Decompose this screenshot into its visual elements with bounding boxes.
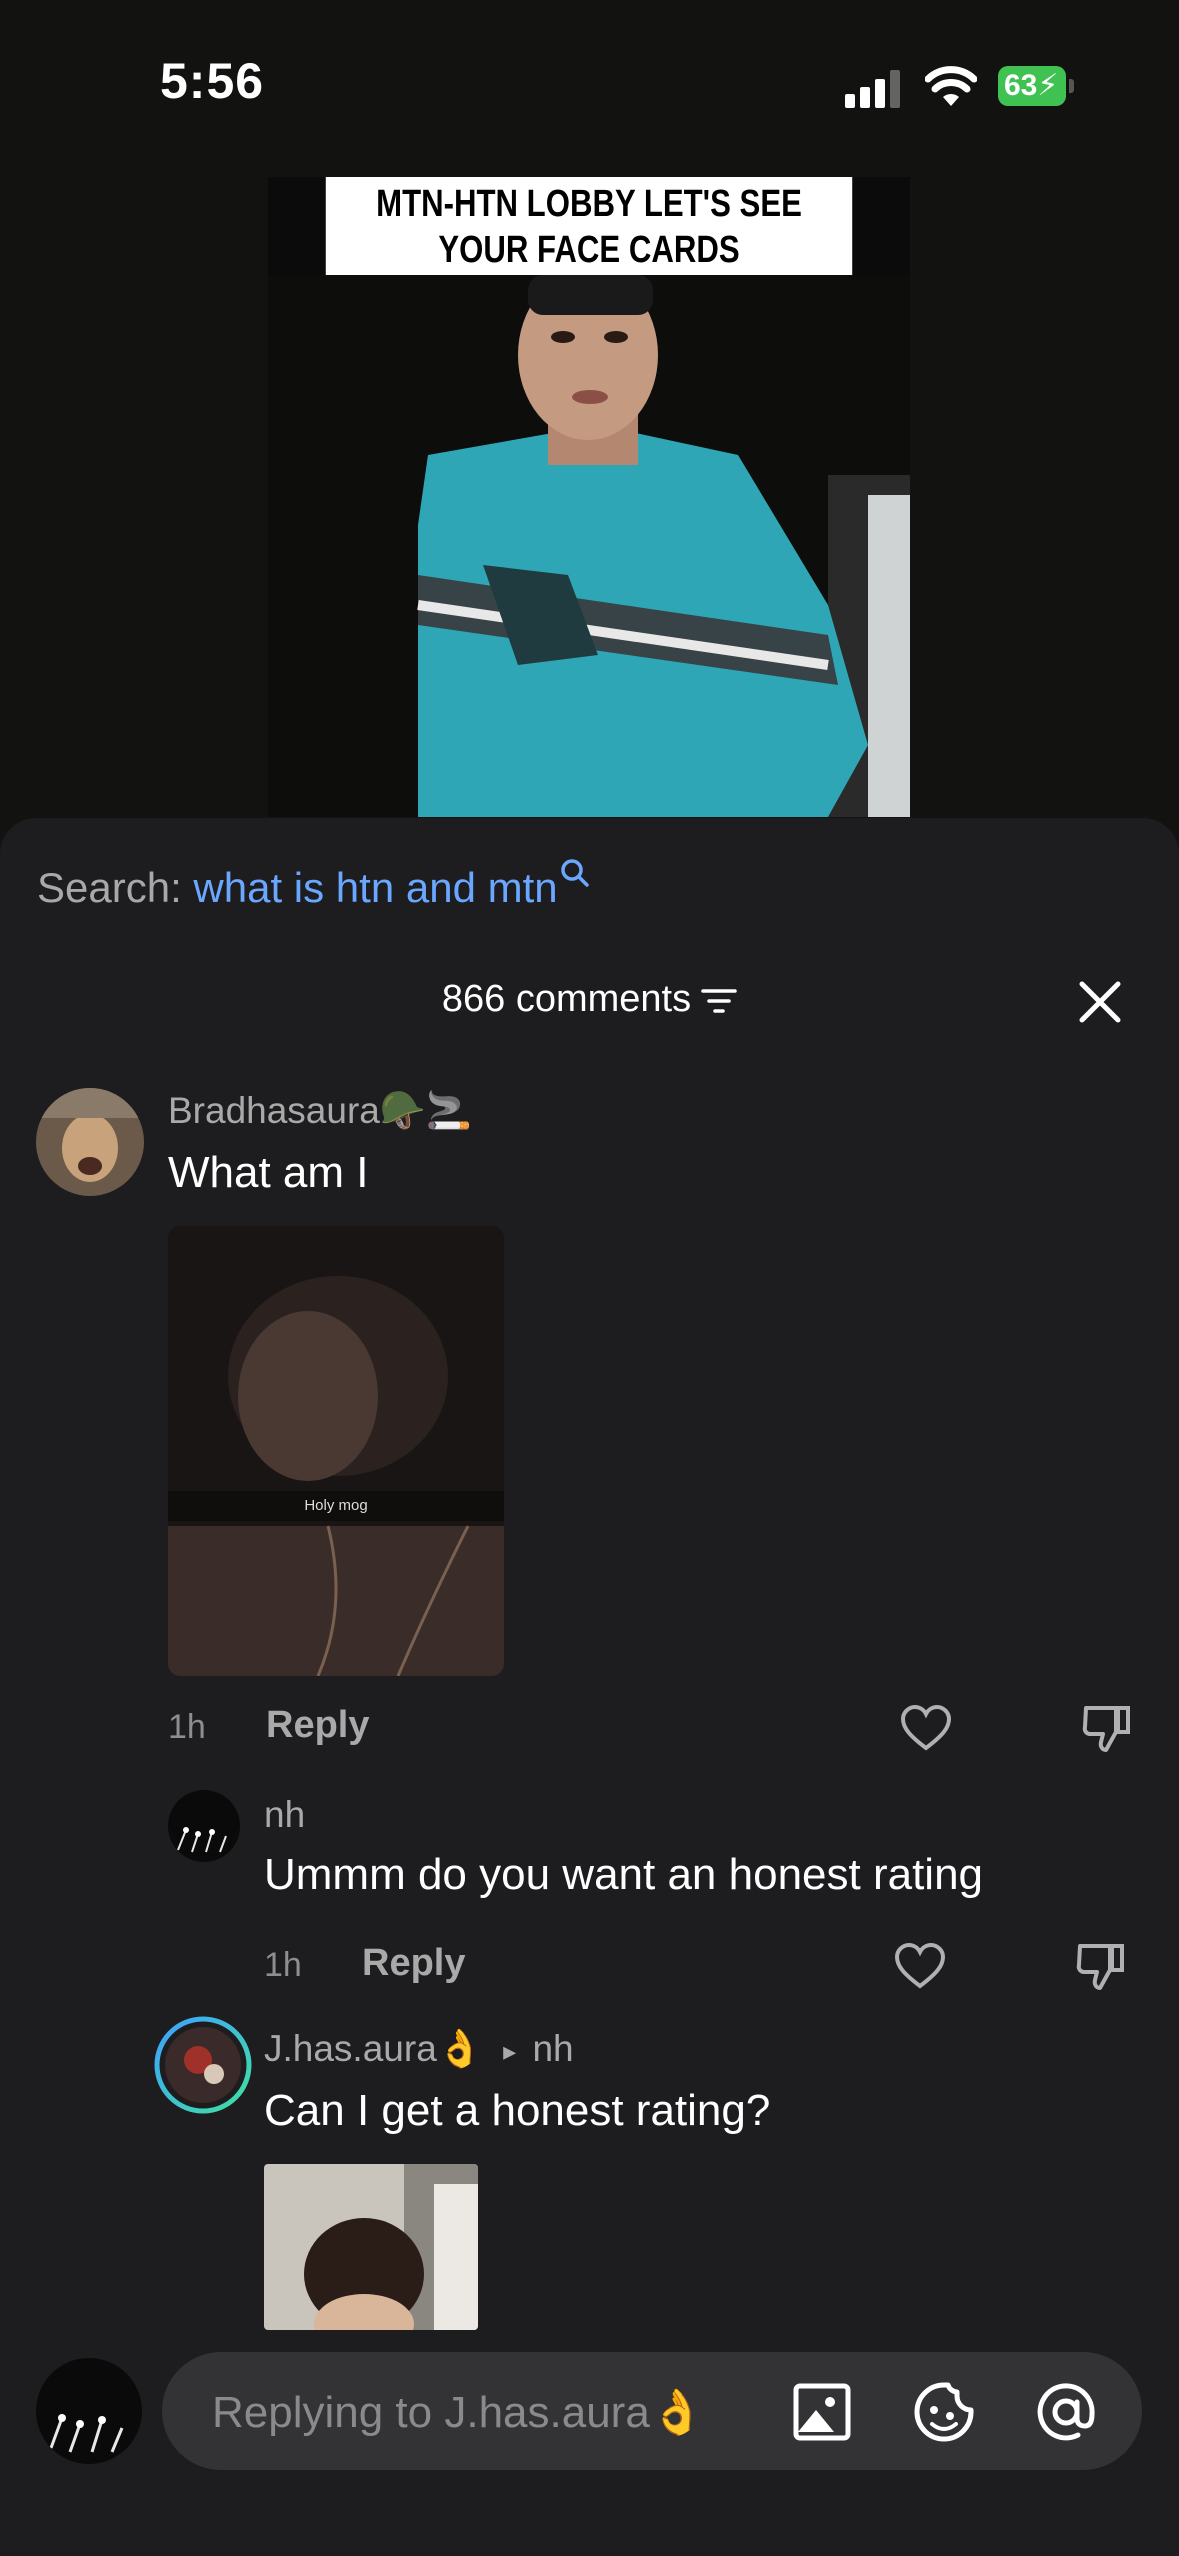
comment-photo	[264, 2164, 478, 2330]
sort-filter-icon[interactable]	[701, 986, 737, 1016]
avatar[interactable]	[168, 1790, 240, 1862]
comment-timestamp: 1h	[264, 1946, 302, 1984]
reply-button[interactable]: Reply	[266, 1704, 369, 1747]
comment-timestamp: 1h	[168, 1708, 206, 1746]
my-avatar	[36, 2358, 142, 2464]
avatar-story-ring[interactable]	[154, 2016, 252, 2114]
dislike-icon[interactable]	[1080, 1702, 1132, 1754]
comment-image[interactable]	[264, 2164, 478, 2330]
search-suggestion[interactable]: Search: what is htn and mtn	[37, 859, 590, 912]
sticker-emoji-icon[interactable]	[912, 2380, 976, 2444]
wifi-icon	[925, 66, 977, 106]
comment-text: What am I	[168, 1148, 369, 1197]
battery-icon: 63⚡	[998, 66, 1074, 106]
reply-button[interactable]: Reply	[362, 1942, 465, 1985]
mention-at-icon[interactable]	[1034, 2380, 1098, 2444]
close-icon[interactable]	[1078, 980, 1122, 1024]
comment-input-bar: Replying to J.has.aura👌	[0, 2330, 1179, 2556]
search-icon	[560, 859, 589, 887]
comment-username-row: J.has.aura👌 ▸ nh	[264, 2028, 574, 2071]
comment-photo	[168, 1226, 504, 1676]
video-frame-image	[268, 275, 910, 817]
comment-text: Ummm do you want an honest rating	[264, 1850, 984, 1899]
video-caption: MTN-HTN LOBBY LET'S SEE YOUR FACE CARDS	[325, 177, 853, 275]
comments-count: 866 comments	[441, 978, 692, 1020]
dislike-icon[interactable]	[1074, 1940, 1126, 1992]
comments-sheet: Search: what is htn and mtn 866 comments…	[0, 818, 1179, 2556]
comments-count-header: 866 comments	[0, 978, 1179, 1021]
comment-input-placeholder: Replying to J.has.aura👌	[212, 2388, 705, 2437]
reply-arrow-icon: ▸	[503, 2035, 517, 2066]
like-heart-icon[interactable]	[894, 1942, 946, 1990]
like-heart-icon[interactable]	[900, 1704, 952, 1752]
search-label: Search:	[37, 864, 194, 911]
video-player[interactable]: MTN-HTN LOBBY LET'S SEE YOUR FACE CARDS	[268, 177, 910, 817]
comment-text: Can I get a honest rating?	[264, 2086, 771, 2135]
status-bar: 5:56 63⚡	[0, 0, 1179, 160]
video-caption-text: MTN-HTN LOBBY LET'S SEE YOUR FACE CARDS	[376, 183, 802, 271]
reply-to-username[interactable]: nh	[532, 2028, 573, 2069]
image-attach-icon[interactable]	[790, 2380, 854, 2444]
battery-level: 63	[1004, 69, 1038, 102]
comment-username[interactable]: J.has.aura👌	[264, 2028, 483, 2069]
image-caption: Holy mog	[168, 1491, 504, 1521]
comment-username[interactable]: Bradhasaura🪖🚬	[168, 1090, 472, 1133]
comment-image[interactable]: Holy mog	[168, 1226, 504, 1676]
comment-input[interactable]: Replying to J.has.aura👌	[162, 2352, 1142, 2470]
search-query-link[interactable]: what is htn and mtn	[193, 864, 557, 911]
comment-username[interactable]: nh	[264, 1794, 305, 1836]
status-time: 5:56	[160, 53, 265, 109]
cellular-signal-icon	[845, 70, 905, 108]
avatar[interactable]	[36, 1088, 144, 1196]
